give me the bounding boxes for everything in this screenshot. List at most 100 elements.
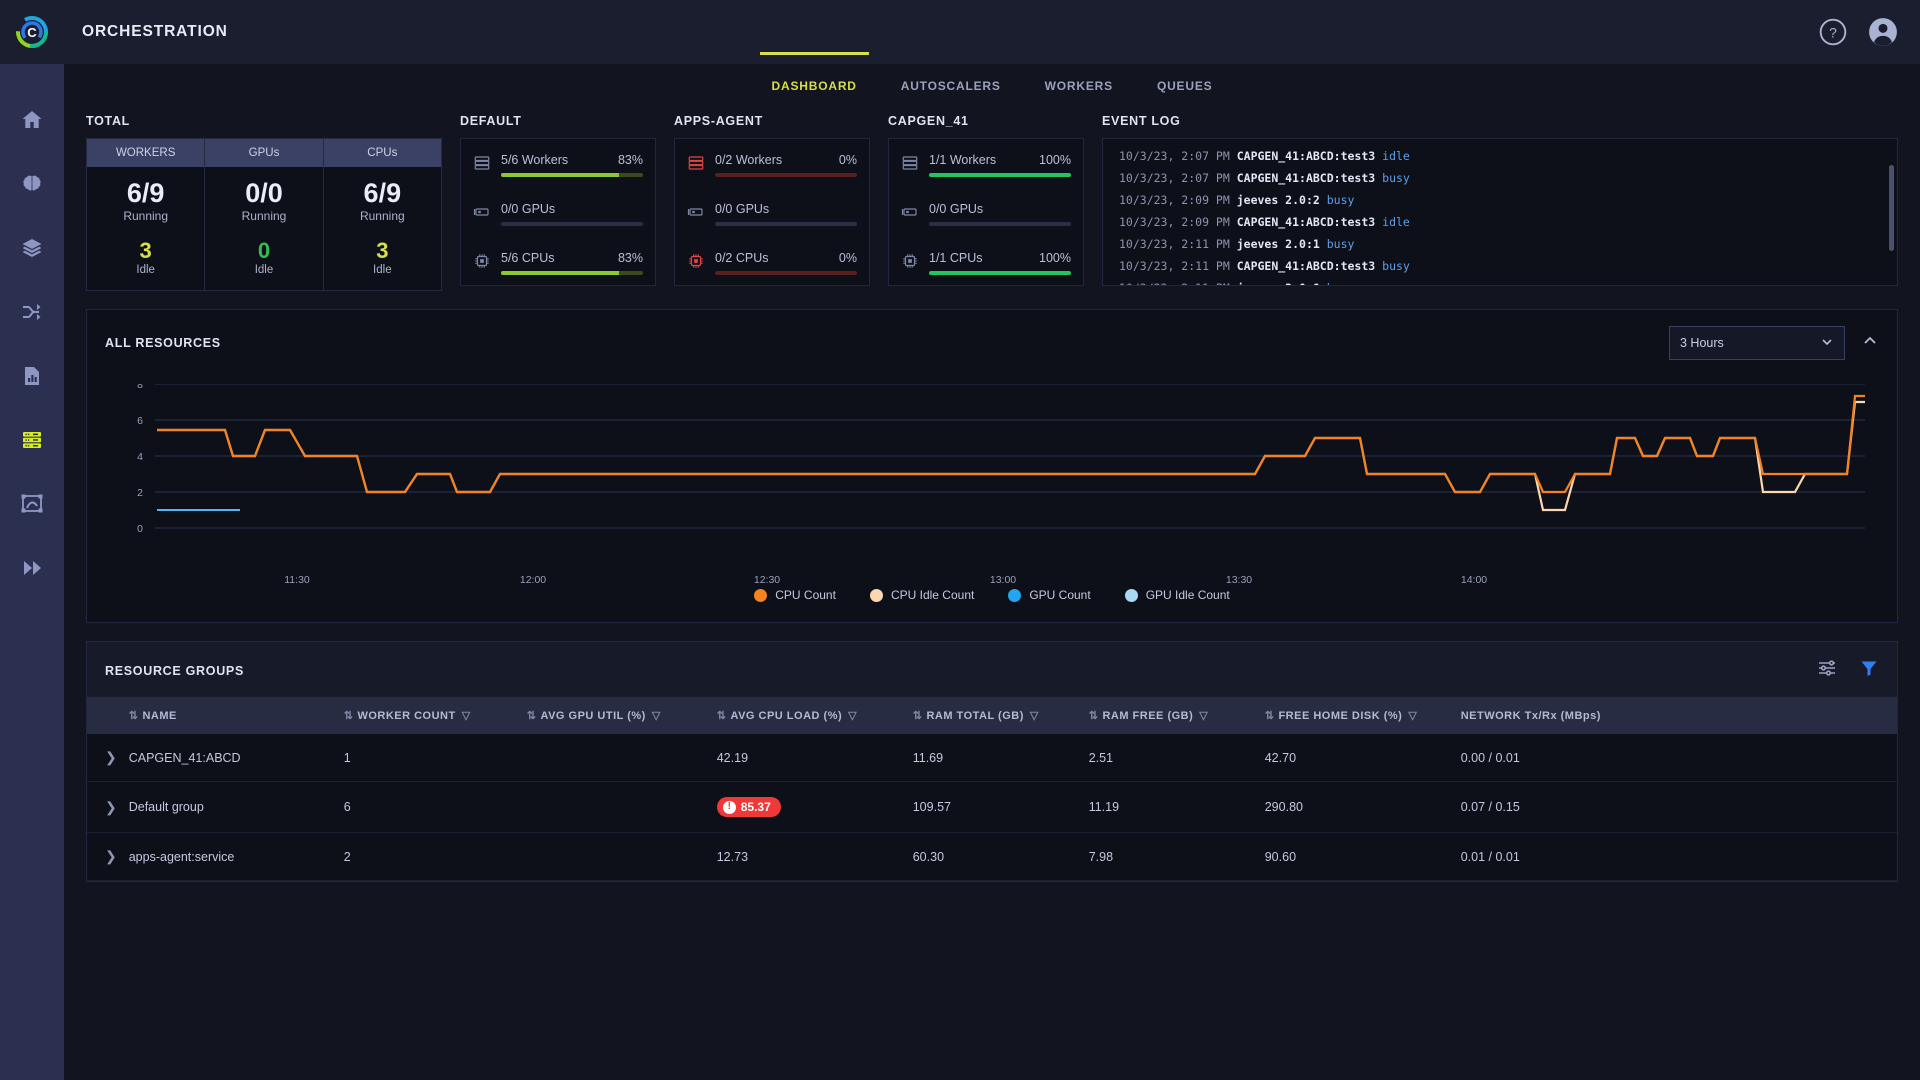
row-expander[interactable]: ❯ (87, 832, 123, 882)
server-stack-icon (473, 153, 491, 177)
tab-bar: DASHBOARD AUTOSCALERS WORKERS QUEUES (64, 52, 1920, 108)
cell-avg-cpu-load: 12.73 (710, 832, 907, 882)
gpu-card-icon (473, 202, 491, 226)
chart-title: ALL RESOURCES (105, 336, 221, 351)
group-workers-pct: 0% (838, 153, 857, 167)
sidebar-item-brain[interactable] (0, 152, 64, 216)
sliders-icon[interactable] (1817, 658, 1837, 683)
sidebar-item-design[interactable] (0, 472, 64, 536)
total-idle-gpus: 0 (257, 238, 271, 264)
funnel-icon[interactable]: ▽ (462, 710, 471, 722)
chevron-right-icon[interactable]: ❯ (105, 848, 117, 864)
col-ram-free[interactable]: ⇅ RAM FREE (GB) ▽ (1082, 697, 1259, 735)
funnel-icon[interactable]: ▽ (1199, 710, 1208, 722)
chart-svg: 8 6 4 2 0 (137, 384, 1865, 535)
summary-row: TOTAL WORKERS 6/9 Running 3 Idle GPUs 0/… (86, 114, 1898, 292)
time-range-select[interactable]: 3 Hours (1669, 326, 1845, 361)
event-log-scrollbar[interactable] (1889, 165, 1894, 251)
funnel-icon[interactable] (1859, 658, 1879, 683)
cell-avg-cpu-load: 42.19 (710, 734, 907, 783)
cpu-chip-icon (473, 251, 491, 275)
table-row[interactable]: ❯ apps-agent:service 2 12.73 60.30 7.98 … (87, 832, 1897, 882)
cell-worker-count: 6 (337, 781, 521, 834)
col-network: NETWORK Tx/Rx (MBps) (1454, 697, 1897, 735)
group-panel-apps-agent: APPS-AGENT 0/2 Workers 0% 0/0 GPUs 0/2 C… (674, 114, 870, 286)
sort-icon: ⇅ (526, 710, 537, 723)
event-log-row: 10/3/23, 2:11 PM jeeves 2.0:0 busy (1119, 277, 1887, 285)
x-tick: 14:00 (1460, 574, 1488, 587)
sidebar-item-deploy[interactable] (0, 536, 64, 600)
tab-workers[interactable]: WORKERS (1023, 64, 1135, 108)
group-workers-pct: 83% (617, 153, 643, 167)
funnel-icon[interactable]: ▽ (848, 710, 857, 722)
group-workers-pct: 100% (1039, 153, 1071, 167)
tab-autoscalers[interactable]: AUTOSCALERS (879, 64, 1023, 108)
alert-icon: ! (722, 800, 736, 814)
all-resources-chart-panel: ALL RESOURCES 3 Hours 8 6 4 2 0 11:30 12… (86, 309, 1898, 624)
time-range-value: 3 Hours (1680, 336, 1724, 351)
cell-avg-cpu-load: ! 85.37 (710, 781, 907, 834)
sidebar-item-layers[interactable] (0, 216, 64, 280)
total-panel-title: TOTAL (86, 114, 131, 128)
col-avg-gpu-util[interactable]: ⇅ AVG GPU UTIL (%) ▽ (520, 697, 711, 735)
total-idle-label-cpus: Idle (373, 264, 392, 277)
home-icon (22, 111, 42, 128)
group-panel-default: DEFAULT 5/6 Workers 83% 0/0 GPUs 5/6 CPU… (460, 114, 656, 286)
chart-controls: 3 Hours (1669, 326, 1879, 361)
col-avg-cpu-load[interactable]: ⇅ AVG CPU LOAD (%) ▽ (710, 697, 907, 735)
topbar-actions: ? (1818, 17, 1898, 47)
cell-name: Default group (122, 781, 338, 834)
tab-queues[interactable]: QUEUES (1135, 64, 1234, 108)
funnel-icon[interactable]: ▽ (652, 710, 661, 722)
cell-free-home-disk: 290.80 (1258, 781, 1455, 834)
cell-avg-gpu-util (520, 832, 711, 882)
cpu-chip-icon (687, 251, 705, 275)
sidebar-item-home[interactable] (0, 88, 64, 152)
col-free-home-disk[interactable]: ⇅ FREE HOME DISK (%) ▽ (1258, 697, 1455, 735)
group-workers-bar (501, 173, 643, 177)
app-root: C ORCHESTRATION ? DASHBOARD AUTOSCALERS … (0, 0, 1920, 1080)
funnel-icon[interactable]: ▽ (1030, 710, 1039, 722)
cell-network: 0.07 / 0.15 (1454, 781, 1897, 834)
col-worker-count[interactable]: ⇅ WORKER COUNT ▽ (337, 697, 521, 735)
row-expander[interactable]: ❯ (87, 781, 123, 834)
group-title-capgen41: CAPGEN_41 (888, 114, 969, 128)
group-workers-label: 0/2 Workers (715, 153, 783, 167)
help-circle-icon[interactable]: ? (1818, 17, 1848, 47)
total-col-gpus: GPUs 0/0 Running 0 Idle (205, 139, 324, 291)
sidebar-item-workflow[interactable] (0, 280, 64, 344)
app-logo[interactable]: C (0, 0, 64, 64)
group-cpus-pct: 100% (1039, 251, 1071, 265)
col-ram-total[interactable]: ⇅ RAM TOTAL (GB) ▽ (906, 697, 1083, 735)
group-row-cpus: 5/6 CPUs 83% (473, 251, 643, 275)
total-header-gpus: GPUs (205, 139, 323, 167)
brain-icon (23, 175, 41, 191)
group-row-cpus: 0/2 CPUs 0% (687, 251, 857, 275)
table-row[interactable]: ❯ CAPGEN_41:ABCD 1 42.19 11.69 2.51 42.7… (87, 734, 1897, 783)
total-running-gpus: 0/0 (245, 178, 283, 208)
y-tick-4: 4 (137, 451, 143, 463)
event-log-panel: EVENT LOG 10/3/23, 2:07 PM CAPGEN_41:ABC… (1102, 114, 1898, 286)
total-idle-cpus: 3 (376, 238, 389, 264)
chevron-right-icon[interactable]: ❯ (105, 799, 117, 815)
shuffle-arrows-icon (23, 304, 41, 320)
main-area: ORCHESTRATION ? DASHBOARD AUTOSCALERS WO… (64, 0, 1920, 1080)
badge-value: 85.37 (740, 800, 771, 815)
group-gpus-bar (501, 222, 643, 226)
collapse-chart-button[interactable] (1861, 332, 1879, 355)
sidebar-item-reports[interactable] (0, 344, 64, 408)
sort-icon: ⇅ (128, 710, 139, 723)
x-tick: 12:00 (519, 574, 547, 587)
funnel-icon[interactable]: ▽ (1408, 710, 1417, 722)
group-cpus-label: 5/6 CPUs (501, 251, 555, 265)
tab-dashboard[interactable]: DASHBOARD (750, 52, 879, 108)
col-name[interactable]: ⇅ NAME (122, 697, 338, 735)
row-expander[interactable]: ❯ (87, 734, 123, 783)
cell-free-home-disk: 90.60 (1258, 832, 1455, 882)
chevron-right-icon[interactable]: ❯ (105, 749, 117, 765)
sidebar-item-orchestration[interactable] (0, 408, 64, 472)
table-row[interactable]: ❯ Default group 6 ! 85.37 109.57 11.19 2… (87, 781, 1897, 834)
cell-worker-count: 1 (337, 734, 521, 783)
event-log-list[interactable]: 10/3/23, 2:07 PM CAPGEN_41:ABCD:test3 id… (1102, 138, 1898, 286)
account-circle-icon[interactable] (1868, 17, 1898, 47)
